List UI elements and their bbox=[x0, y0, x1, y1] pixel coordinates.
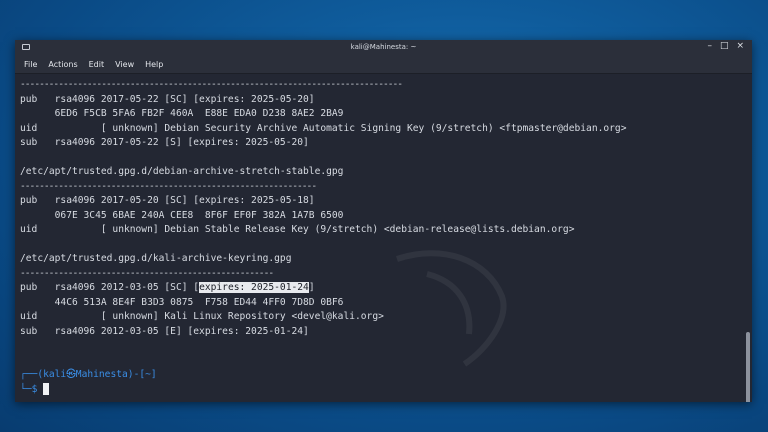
prompt-line-2[interactable]: └─$ bbox=[20, 382, 752, 398]
output-line: pub rsa4096 2017-05-20 [SC] [expires: 20… bbox=[20, 195, 315, 206]
output-text: pub rsa4096 2012-03-05 [SC] [ bbox=[20, 282, 200, 293]
terminal-window[interactable]: kali@Mahinesta: ~ – □ × File Actions Edi… bbox=[15, 40, 752, 402]
kali-dragon-watermark-icon bbox=[396, 250, 507, 367]
menu-file[interactable]: File bbox=[24, 60, 37, 69]
minimize-icon[interactable]: – bbox=[707, 41, 712, 51]
selected-text[interactable]: expires: 2025-01-24 bbox=[199, 282, 309, 293]
prompt-dollar: $ bbox=[31, 383, 38, 395]
separator-line: ----------------------------------------… bbox=[20, 79, 403, 90]
output-line: /etc/apt/trusted.gpg.d/debian-archive-st… bbox=[20, 166, 344, 177]
output-text: ] bbox=[308, 282, 315, 293]
menu-view[interactable]: View bbox=[115, 60, 134, 69]
menu-edit[interactable]: Edit bbox=[89, 60, 105, 69]
text-cursor bbox=[43, 382, 50, 395]
window-title: kali@Mahinesta: ~ bbox=[350, 43, 417, 51]
menu-actions[interactable]: Actions bbox=[48, 60, 77, 69]
prompt-second: └─ bbox=[20, 383, 32, 395]
terminal-output[interactable]: ----------------------------------------… bbox=[15, 74, 752, 402]
output-line: pub rsa4096 2017-05-22 [SC] [expires: 20… bbox=[20, 93, 315, 105]
prompt-close: )-[~] bbox=[127, 369, 157, 380]
maximize-icon[interactable]: □ bbox=[720, 41, 729, 51]
close-icon[interactable]: × bbox=[736, 41, 744, 51]
output-line: sub rsa4096 2017-05-22 [S] [expires: 202… bbox=[20, 137, 309, 148]
window-controls: – □ × bbox=[707, 41, 744, 51]
scrollbar[interactable] bbox=[746, 332, 750, 402]
prompt-open: ┌──( bbox=[20, 369, 44, 380]
title-bar[interactable]: kali@Mahinesta: ~ – □ × bbox=[15, 40, 752, 56]
output-line: uid [ unknown] Debian Security Archive A… bbox=[20, 122, 627, 134]
output-line: 067E 3C45 6BAE 240A CEE8 8F6F EF0F 382A … bbox=[20, 209, 344, 221]
menu-help[interactable]: Help bbox=[145, 60, 163, 69]
menu-bar: File Actions Edit View Help bbox=[15, 56, 752, 74]
separator-line: ----------------------------------------… bbox=[20, 180, 317, 192]
output-line: 6ED6 F5CB 5FA6 FB2F 460A E88E EDA0 D238 … bbox=[20, 108, 344, 119]
prompt-user-host: kali㉿Mahinesta bbox=[43, 369, 128, 380]
